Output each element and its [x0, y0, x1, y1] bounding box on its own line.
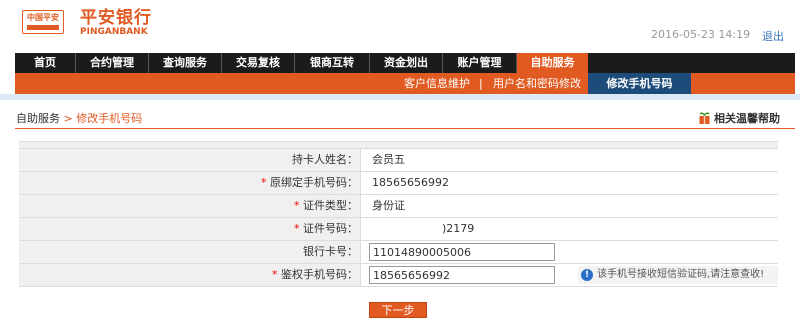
required-mark: *	[272, 268, 278, 281]
change-phone-form: 持卡人姓名： 会员五 * 原绑定手机号码： 18565656992 * 证件类型…	[19, 141, 778, 287]
required-mark: *	[261, 176, 267, 189]
form-label: 银行卡号：	[19, 241, 361, 263]
help-label: 相关温馨帮助	[714, 112, 780, 125]
subnav-change-phone[interactable]: 修改手机号码	[588, 73, 691, 94]
bank-name-cn: 平安银行	[80, 8, 152, 28]
bank-card-input[interactable]	[369, 243, 555, 261]
nav-item-home[interactable]: 首页	[15, 53, 76, 73]
main-nav: 首页 合约管理 查询服务 交易复核 银商互转 资金划出 账户管理 自助服务	[15, 53, 795, 73]
sms-tip: ! 该手机号接收短信验证码,请注意查收!	[578, 266, 778, 284]
form-label-text: 持卡人姓名：	[292, 153, 358, 166]
next-button[interactable]: 下一步	[369, 302, 427, 318]
form-label-text: 鉴权手机号码：	[281, 268, 358, 281]
original-phone-value: 18565656992	[372, 176, 449, 189]
nav-item-review[interactable]: 交易复核	[222, 53, 295, 73]
nav-item-account[interactable]: 账户管理	[443, 53, 517, 73]
breadcrumb-rule	[15, 128, 795, 129]
logo-mark-bar	[27, 25, 59, 30]
header: 中国平安 平安银行 PINGANBANK 2016-05-23 14:19 退出	[0, 0, 800, 46]
id-type-value: 身份证	[372, 199, 405, 212]
sms-tip-text: 该手机号接收短信验证码,请注意查收!	[597, 269, 765, 280]
form-label: * 证件类型：	[19, 195, 361, 217]
nav-item-bank-transfer[interactable]: 银商互转	[295, 53, 370, 73]
breadcrumb-arrow: >	[63, 112, 73, 125]
auth-phone-input[interactable]	[369, 266, 555, 284]
required-mark: *	[294, 222, 300, 235]
form-row-bank-card: 银行卡号：	[19, 241, 778, 264]
subnav-customer-info[interactable]: 客户信息维护	[404, 73, 470, 94]
subnav-username-password[interactable]: 用户名和密码修改	[493, 73, 581, 94]
nav-item-self-service[interactable]: 自助服务	[517, 53, 588, 73]
pingan-logo-mark: 中国平安	[22, 10, 64, 34]
breadcrumb-parent[interactable]: 自助服务	[16, 112, 60, 125]
form-label: 持卡人姓名：	[19, 149, 361, 171]
help-link[interactable]: 相关温馨帮助	[698, 110, 780, 126]
gift-icon	[699, 112, 710, 124]
breadcrumb: 自助服务 > 修改手机号码	[16, 110, 142, 126]
form-row-cardholder-name: 持卡人姓名： 会员五	[19, 149, 778, 172]
logout-link[interactable]: 退出	[762, 28, 784, 44]
divider-strip	[0, 94, 800, 100]
form-label-text: 证件类型：	[303, 199, 358, 212]
nav-item-funds-out[interactable]: 资金划出	[370, 53, 443, 73]
form-row-id-type: * 证件类型： 身份证	[19, 195, 778, 218]
info-icon: !	[581, 269, 593, 281]
breadcrumb-current: 修改手机号码	[76, 112, 143, 125]
form-label-text: 证件号码：	[303, 222, 358, 235]
form-row-id-number: * 证件号码： )2179	[19, 218, 778, 241]
form-label: * 证件号码：	[19, 218, 361, 240]
nav-item-query[interactable]: 查询服务	[149, 53, 222, 73]
form-row-auth-phone: * 鉴权手机号码： ! 该手机号接收短信验证码,请注意查收!	[19, 264, 778, 287]
form-label-text: 银行卡号：	[303, 245, 358, 258]
form-row-original-phone: * 原绑定手机号码： 18565656992	[19, 172, 778, 195]
sub-nav: 客户信息维护 | 用户名和密码修改 修改手机号码	[15, 73, 795, 94]
logo-mark-text: 中国平安	[27, 13, 59, 22]
form-label: * 鉴权手机号码：	[19, 264, 361, 286]
cardholder-name-value: 会员五	[372, 153, 405, 166]
nav-item-contract[interactable]: 合约管理	[76, 53, 149, 73]
required-mark: *	[294, 199, 300, 212]
form-label-text: 原绑定手机号码：	[270, 176, 358, 189]
form-top-padding	[19, 142, 778, 149]
subnav-separator: |	[479, 77, 483, 90]
form-label: * 原绑定手机号码：	[19, 172, 361, 194]
datetime: 2016-05-23 14:19	[651, 28, 751, 41]
id-number-value: )2179	[442, 222, 475, 235]
bank-name-en: PINGANBANK	[80, 27, 148, 37]
